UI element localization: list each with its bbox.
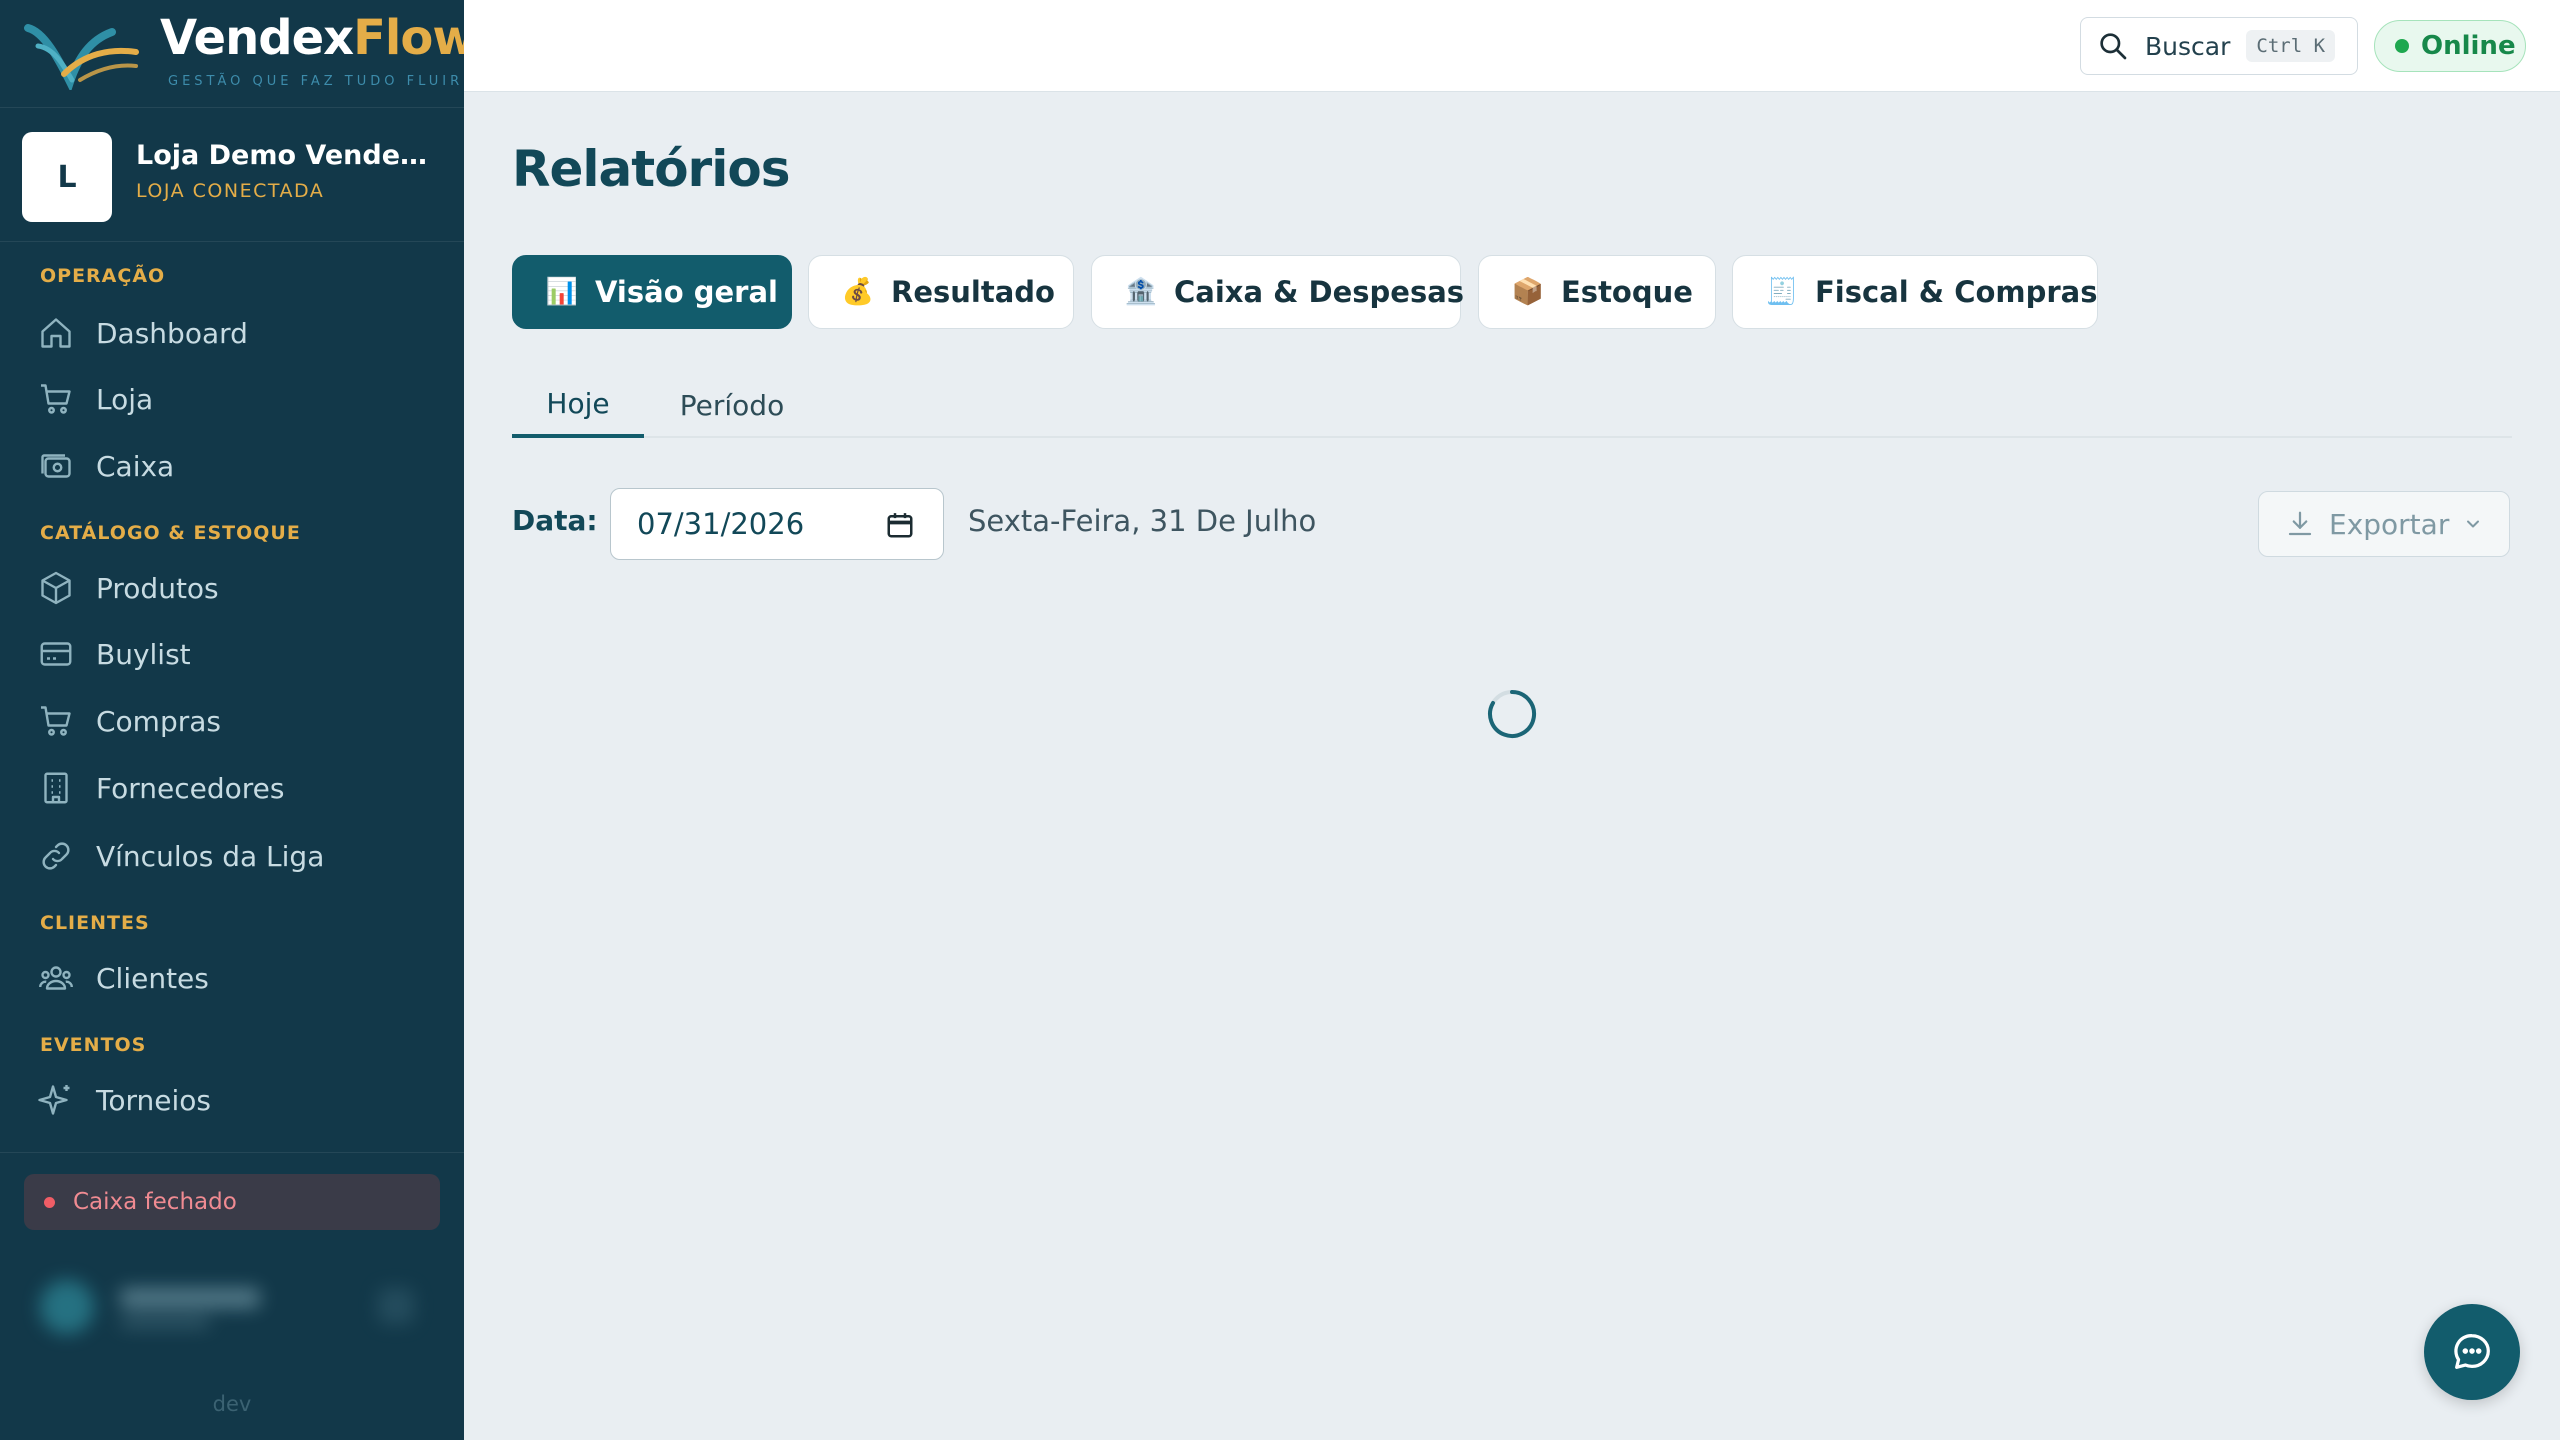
page-title: Relatórios	[512, 140, 790, 198]
cart-icon	[41, 384, 71, 414]
store-name: Loja Demo VendexFl...	[136, 140, 436, 171]
sidebar-item-label: Caixa	[96, 449, 175, 483]
home-icon	[41, 318, 71, 348]
nav-section-operacao: OPERAÇÃO	[40, 265, 166, 287]
nav-section-catalogo-estoque: CATÁLOGO & ESTOQUE	[40, 522, 301, 544]
sidebar-item-dashboard[interactable]: Dashboard	[24, 304, 440, 362]
user-profile[interactable]	[28, 1266, 428, 1346]
brand-header: VendexFlow GESTÃO QUE FAZ TUDO FLUIR	[0, 0, 477, 108]
date-long-text: Sexta-Feira, 31 De Julho	[968, 504, 1317, 538]
bank-icon: 🏦	[1124, 277, 1158, 307]
tab-caixa-despesas[interactable]: 🏦 Caixa & Despesas	[1091, 255, 1465, 329]
sidebar-divider	[0, 1152, 464, 1153]
link-icon	[42, 842, 70, 870]
brand-tagline: GESTÃO QUE FAZ TUDO FLUIR	[168, 74, 464, 89]
sidebar-item-compras[interactable]: Compras	[24, 692, 440, 750]
nav-section-eventos: EVENTOS	[40, 1034, 147, 1056]
bar-chart-icon: 📊	[545, 277, 579, 307]
user-name-placeholder	[120, 1288, 260, 1308]
store-avatar: L	[22, 132, 112, 222]
online-status-badge: Online	[2374, 20, 2526, 72]
sidebar-item-label: Loja	[96, 382, 154, 416]
status-dot	[44, 1196, 55, 1208]
tab-visao-geral[interactable]: 📊 Visão geral	[512, 255, 792, 329]
vendexflow-logo[interactable]	[24, 18, 144, 90]
loading-spinner-icon	[1488, 690, 1537, 738]
users-icon	[39, 966, 73, 990]
store-status: LOJA CONECTADA	[136, 180, 325, 202]
period-tabs: Hoje Período	[512, 372, 2512, 438]
sidebar-item-label: Clientes	[96, 961, 209, 995]
caixa-status-label: Caixa fechado	[73, 1189, 237, 1215]
tab-label: Estoque	[1561, 275, 1693, 309]
sidebar-item-label: Torneios	[96, 1083, 211, 1117]
online-label: Online	[2421, 31, 2516, 61]
user-menu-button[interactable]	[378, 1288, 414, 1324]
sidebar-item-buylist[interactable]: Buylist	[24, 625, 440, 683]
tab-periodo[interactable]: Período	[666, 372, 798, 438]
sidebar-item-label: Vínculos da Liga	[96, 839, 325, 873]
store-switcher[interactable]: L Loja Demo VendexFl... LOJA CONECTADA	[0, 108, 464, 242]
tab-resultado[interactable]: 💰 Resultado	[808, 255, 1074, 329]
sidebar-item-label: Compras	[96, 704, 221, 738]
cash-register-icon	[41, 454, 71, 478]
money-bag-icon: 💰	[841, 277, 875, 307]
search-shortcut: Ctrl K	[2246, 30, 2336, 62]
sidebar-item-label: Buylist	[96, 637, 191, 671]
box-icon	[41, 571, 71, 605]
environment-label: dev	[212, 1392, 252, 1416]
status-dot	[2395, 39, 2409, 53]
sidebar-item-produtos[interactable]: Produtos	[24, 559, 440, 617]
date-value: 07/31/2026	[637, 507, 805, 541]
chat-button[interactable]	[2424, 1304, 2520, 1400]
sidebar-item-clientes[interactable]: Clientes	[24, 949, 440, 1007]
user-role-placeholder	[120, 1316, 210, 1328]
chat-icon	[2454, 1334, 2490, 1369]
tab-label: Caixa & Despesas	[1174, 275, 1465, 309]
cart-icon	[41, 706, 71, 736]
search-icon	[2100, 33, 2127, 60]
tab-estoque[interactable]: 📦 Estoque	[1478, 255, 1716, 329]
sidebar-item-label: Dashboard	[96, 316, 248, 350]
brand-name-part2: Flow	[353, 10, 477, 66]
sidebar-item-loja[interactable]: Loja	[24, 370, 440, 428]
sidebar-item-label: Produtos	[96, 571, 219, 605]
export-button[interactable]: Exportar	[2258, 491, 2510, 557]
brand-name: VendexFlow	[160, 10, 477, 66]
download-icon	[2288, 511, 2312, 536]
caixa-status-badge[interactable]: Caixa fechado	[24, 1174, 440, 1230]
search-label: Buscar	[2145, 31, 2231, 61]
tab-label: Resultado	[891, 275, 1055, 309]
sidebar-item-label: Fornecedores	[96, 771, 285, 805]
top-bar: Buscar Ctrl K Online	[464, 0, 2560, 92]
sidebar-item-vinculos-da-liga[interactable]: Vínculos da Liga	[24, 827, 440, 885]
chevron-down-icon	[2467, 520, 2480, 528]
sidebar-item-caixa[interactable]: Caixa	[24, 437, 440, 495]
brand-name-part1: Vendex	[160, 10, 354, 66]
calendar-icon[interactable]	[885, 510, 915, 540]
building-icon	[44, 772, 68, 804]
nav-section-clientes: CLIENTES	[40, 912, 150, 934]
card-icon	[40, 642, 72, 666]
tab-label: Visão geral	[595, 275, 778, 309]
tab-hoje[interactable]: Hoje	[512, 372, 644, 438]
tab-label: Fiscal & Compras	[1815, 275, 2098, 309]
avatar	[40, 1280, 94, 1334]
sidebar: VendexFlow GESTÃO QUE FAZ TUDO FLUIR L L…	[0, 0, 477, 1440]
receipt-icon: 🧾	[1765, 277, 1799, 307]
export-label: Exportar	[2329, 507, 2450, 541]
sidebar-item-fornecedores[interactable]: Fornecedores	[24, 759, 440, 817]
date-field[interactable]: 07/31/2026	[610, 488, 944, 560]
date-label: Data:	[512, 504, 598, 537]
package-icon: 📦	[1511, 277, 1545, 307]
sidebar-item-torneios[interactable]: Torneios	[24, 1071, 440, 1129]
search-button[interactable]: Buscar Ctrl K	[2080, 17, 2358, 75]
sparkle-icon	[38, 1085, 70, 1115]
tab-fiscal-compras[interactable]: 🧾 Fiscal & Compras	[1732, 255, 2098, 329]
